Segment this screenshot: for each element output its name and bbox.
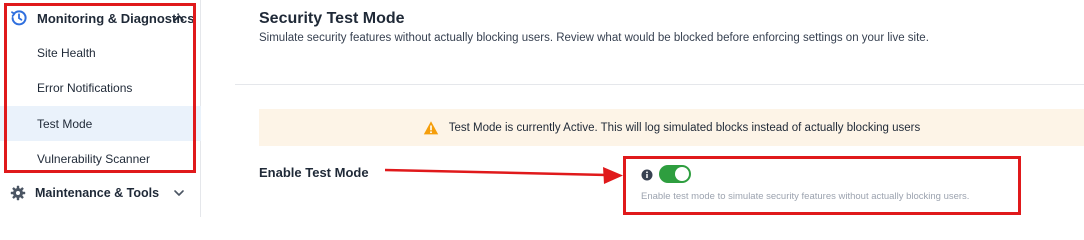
sidebar-item-error-notifications[interactable]: Error Notifications — [0, 70, 201, 105]
page-title: Security Test Mode — [259, 10, 405, 27]
sidebar-item-label: Test Mode — [37, 116, 93, 131]
sidebar-item-vulnerability-scanner[interactable]: Vulnerability Scanner — [0, 141, 201, 176]
sidebar-item-label: Error Notifications — [37, 80, 133, 95]
page-subtitle: Simulate security features without actua… — [259, 32, 929, 44]
sidebar-group-monitoring-diagnostics[interactable]: Monitoring & Diagnostics — [0, 0, 201, 36]
clock-history-icon — [10, 9, 28, 27]
enable-test-mode-control: Enable test mode to simulate security fe… — [623, 156, 1021, 215]
page: Monitoring & Diagnostics Site Health Err… — [0, 0, 1084, 217]
sidebar-item-label: Site Health — [37, 45, 96, 60]
sidebar-group-maintenance-tools[interactable]: Maintenance & Tools — [0, 176, 201, 210]
setting-description: Enable test mode to simulate security fe… — [641, 191, 970, 202]
toggle-knob — [675, 167, 689, 181]
gear-icon — [10, 185, 26, 201]
info-icon[interactable] — [641, 168, 653, 181]
sidebar-group-label: Monitoring & Diagnostics — [37, 10, 195, 26]
test-mode-toggle[interactable] — [659, 165, 691, 183]
sidebar-item-test-mode[interactable]: Test Mode — [0, 106, 201, 141]
warning-triangle-icon — [423, 120, 439, 136]
sidebar-item-site-health[interactable]: Site Health — [0, 35, 201, 70]
divider — [235, 84, 1084, 85]
test-mode-alert: Test Mode is currently Active. This will… — [259, 109, 1084, 146]
chevron-down-icon[interactable] — [172, 186, 186, 200]
sidebar-group-label: Maintenance & Tools — [35, 186, 160, 200]
enable-test-mode-label: Enable Test Mode — [259, 165, 369, 180]
sidebar-item-label: Vulnerability Scanner — [37, 151, 150, 166]
alert-text: Test Mode is currently Active. This will… — [448, 121, 921, 134]
chevron-up-icon[interactable] — [172, 11, 186, 25]
sidebar: Monitoring & Diagnostics Site Health Err… — [0, 0, 201, 217]
main-content: Security Test Mode Simulate security fea… — [235, 0, 1084, 217]
